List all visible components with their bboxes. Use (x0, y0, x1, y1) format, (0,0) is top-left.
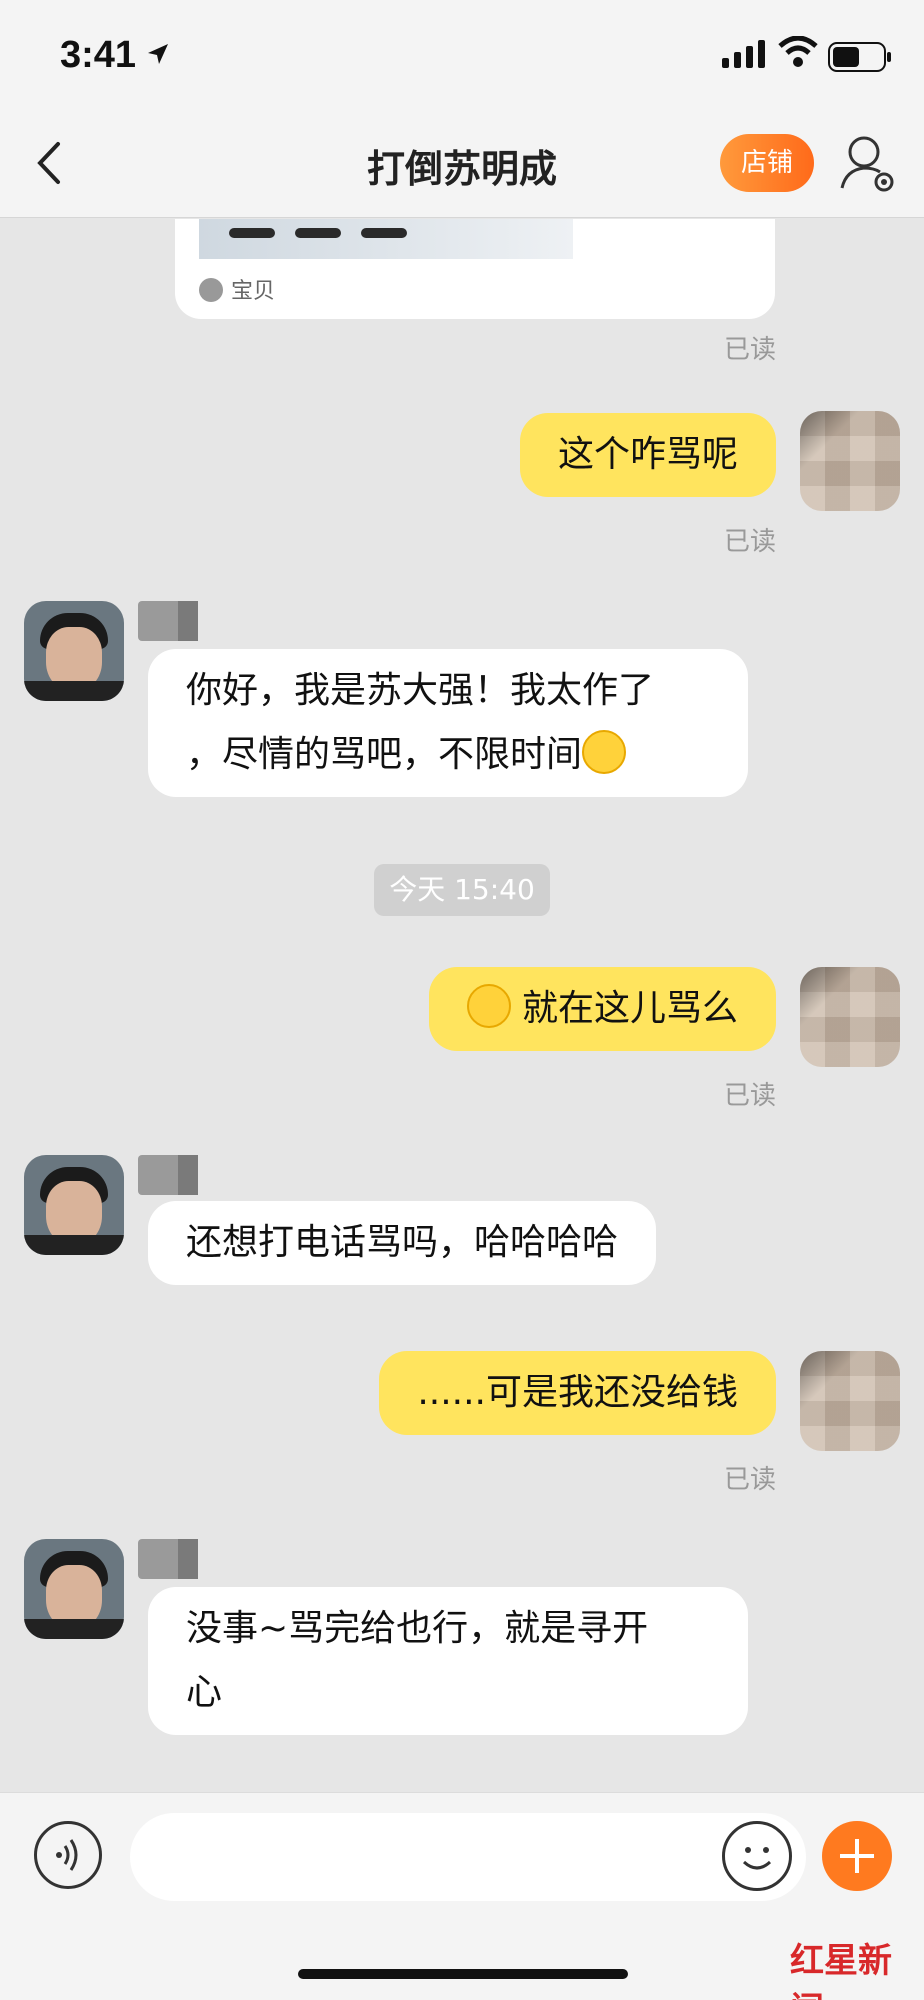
my-avatar[interactable] (800, 411, 900, 511)
outgoing-message-text: 就在这儿骂么 (521, 988, 738, 1029)
item-tag-icon (199, 278, 223, 302)
message-line: ，尽情的骂吧，不限时间 (186, 723, 710, 787)
sender-name-blurred (138, 1539, 298, 1579)
smirk-emoji-icon (582, 730, 627, 774)
incoming-message[interactable]: 还想打电话骂吗，哈哈哈哈 (148, 1201, 657, 1285)
product-thumbnail (199, 219, 573, 259)
input-bar: 红星新闻 (0, 1792, 924, 2000)
nav-bar: 打倒苏明成 店铺 (0, 110, 924, 218)
store-button[interactable]: 店铺 (720, 134, 814, 192)
battery-icon (828, 42, 891, 72)
plus-icon (840, 1839, 874, 1873)
status-bar: 3:41 (0, 0, 924, 110)
outgoing-message[interactable]: 就在这儿骂么 (428, 967, 776, 1051)
contact-avatar[interactable] (24, 601, 124, 701)
message-line: 你好，我是苏大强！我太作了 (186, 670, 655, 711)
message-line-text: ，尽情的骂吧，不限时间 (186, 734, 583, 775)
read-receipt: 已读 (723, 1465, 776, 1495)
my-avatar[interactable] (800, 1351, 900, 1451)
dizzy-emoji-icon (466, 984, 511, 1028)
voice-input-button[interactable] (34, 1821, 102, 1889)
message-line: 没事~骂完给也行，就是寻开 (186, 1608, 649, 1649)
timestamp-chip: 今天 15:40 (374, 864, 550, 916)
message-input[interactable] (130, 1813, 806, 1901)
contact-avatar[interactable] (24, 1155, 124, 1255)
item-tag-label: 宝贝 (231, 279, 276, 304)
home-indicator[interactable] (298, 1969, 628, 1979)
status-time: 3:41 (60, 34, 137, 76)
contact-avatar[interactable] (24, 1539, 124, 1639)
message-line: 心 (186, 1672, 223, 1713)
smiley-face-icon (742, 1847, 772, 1870)
incoming-message[interactable]: 没事~骂完给也行，就是寻开 心 (148, 1587, 748, 1735)
incoming-message[interactable]: 你好，我是苏大强！我太作了 ，尽情的骂吧，不限时间 (148, 649, 748, 797)
location-arrow-icon (148, 44, 168, 64)
chat-history[interactable]: 宝贝 已读 这个咋骂呢 已读 你好，我是苏大强！我太作了 ，尽情的骂吧，不限时间… (0, 219, 924, 1791)
wifi-icon (778, 36, 818, 67)
product-card[interactable]: 宝贝 (175, 219, 775, 319)
outgoing-message[interactable]: 这个咋骂呢 (519, 413, 776, 497)
outgoing-message[interactable]: ......可是我还没给钱 (379, 1351, 776, 1435)
my-avatar[interactable] (800, 967, 900, 1067)
item-tag: 宝贝 (199, 273, 275, 305)
emoji-button[interactable] (722, 1821, 792, 1891)
cellular-signal-icon (722, 40, 765, 68)
add-more-button[interactable] (822, 1821, 892, 1891)
user-settings-icon[interactable] (838, 132, 898, 194)
voice-wave-icon (56, 1839, 78, 1871)
sender-name-blurred (138, 601, 338, 641)
news-watermark: 红星新闻 (790, 1941, 892, 2000)
sender-name-blurred (138, 1155, 348, 1195)
read-receipt: 已读 (723, 1081, 776, 1111)
read-receipt: 已读 (723, 335, 776, 365)
read-receipt: 已读 (723, 527, 776, 557)
